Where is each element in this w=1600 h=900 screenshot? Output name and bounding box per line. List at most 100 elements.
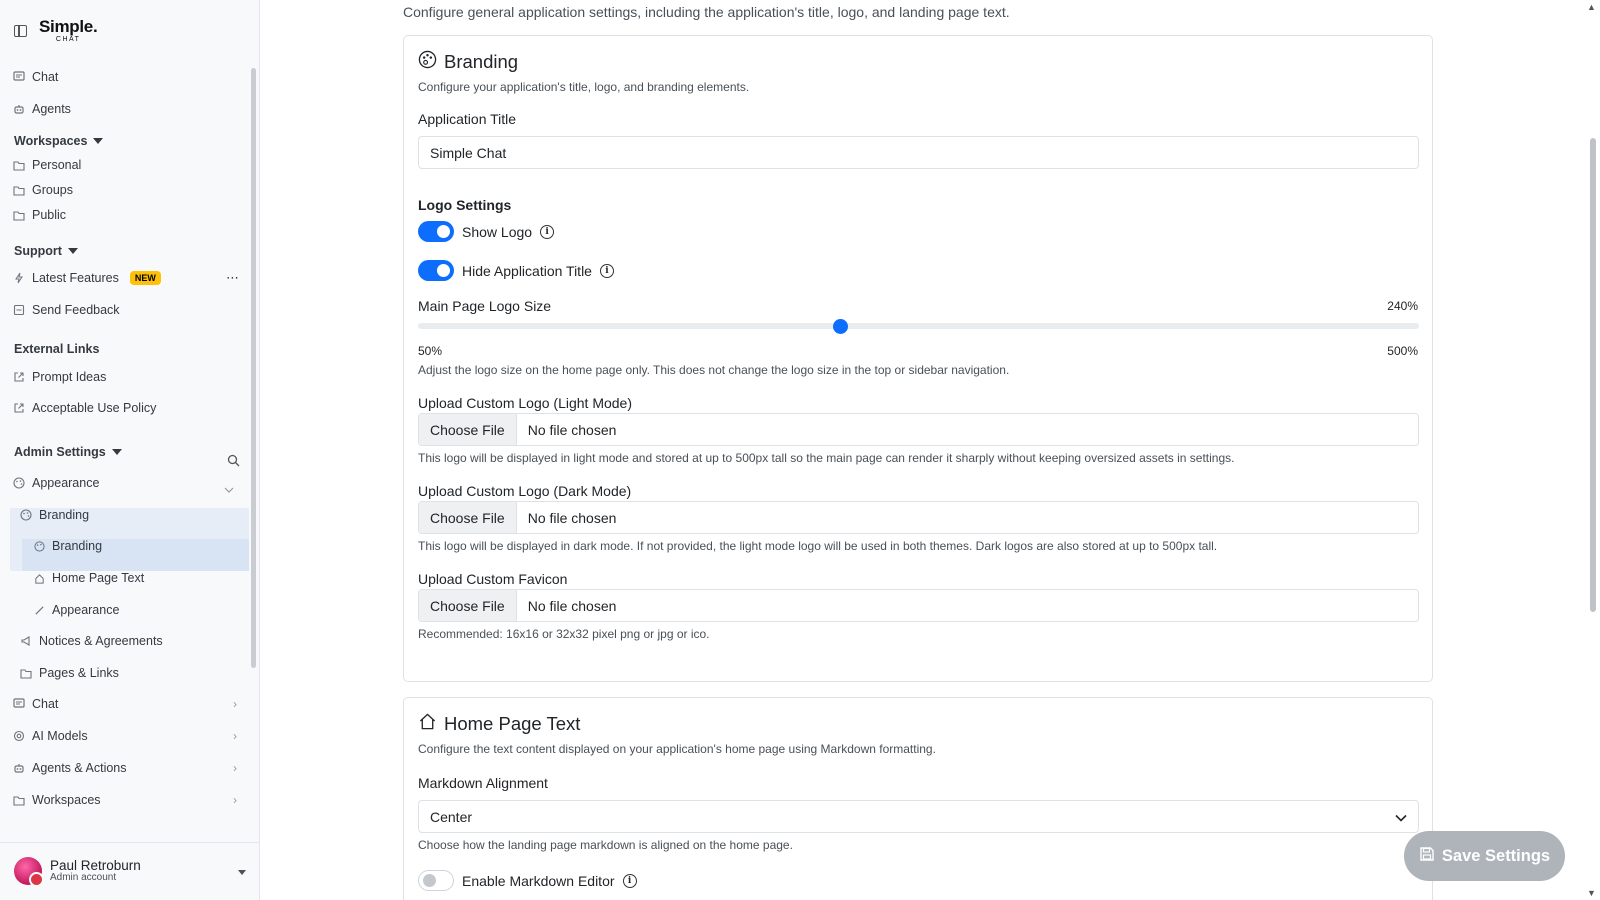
main-scrollbar[interactable] bbox=[1590, 138, 1596, 612]
show-logo-toggle[interactable] bbox=[418, 221, 454, 242]
sidebar-item-agents[interactable]: Agents bbox=[13, 102, 71, 116]
choose-file-button[interactable]: Choose File bbox=[419, 414, 517, 445]
save-settings-button[interactable]: Save Settings bbox=[1404, 831, 1565, 881]
caret-down-icon bbox=[111, 449, 122, 455]
sidebar-item-groups[interactable]: Groups bbox=[13, 183, 73, 197]
sidebar-item-personal[interactable]: Personal bbox=[13, 158, 81, 172]
scroll-up-icon[interactable]: ▲ bbox=[1587, 2, 1596, 12]
light-logo-label: Upload Custom Logo (Light Mode) bbox=[418, 395, 633, 411]
external-link-icon bbox=[13, 402, 25, 414]
brand: Simple. CHAT bbox=[14, 18, 98, 43]
info-icon[interactable]: i bbox=[599, 263, 614, 278]
chevron-down-icon[interactable] bbox=[224, 481, 234, 496]
light-logo-help: This logo will be displayed in light mod… bbox=[418, 451, 1235, 465]
chevron-right-icon[interactable]: › bbox=[233, 761, 237, 775]
chevron-down-icon bbox=[1395, 809, 1407, 825]
branding-card: Branding Configure your application's ti… bbox=[403, 35, 1433, 682]
favicon-file-input[interactable]: Choose File No file chosen bbox=[418, 589, 1419, 622]
more-options-icon[interactable]: ⋯ bbox=[226, 270, 239, 286]
robot-icon bbox=[13, 762, 25, 774]
user-name: Paul Retroburn bbox=[50, 857, 141, 873]
dark-logo-file-input[interactable]: Choose File No file chosen bbox=[418, 501, 1419, 534]
app-title-label: Application Title bbox=[418, 111, 517, 127]
sidebar-toggle-icon[interactable] bbox=[14, 24, 27, 37]
search-icon[interactable] bbox=[227, 454, 240, 470]
alignment-select[interactable]: Center bbox=[418, 800, 1419, 833]
light-logo-file-input[interactable]: Choose File No file chosen bbox=[418, 413, 1419, 446]
sidebar-item-public[interactable]: Public bbox=[13, 208, 66, 222]
logo-size-help: Adjust the logo size on the home page on… bbox=[418, 363, 1010, 377]
megaphone-icon bbox=[20, 635, 32, 647]
card-description: Configure the text content displayed on … bbox=[418, 742, 936, 756]
file-status: No file chosen bbox=[527, 509, 617, 526]
sidebar-item-home-page-text[interactable]: Home Page Text bbox=[33, 571, 144, 585]
sidebar-item-branding[interactable]: Branding bbox=[33, 539, 102, 553]
dark-logo-label: Upload Custom Logo (Dark Mode) bbox=[418, 483, 632, 499]
folder-icon bbox=[13, 159, 25, 171]
sidebar-item-workspaces-settings[interactable]: Workspaces bbox=[13, 793, 101, 807]
folder-icon bbox=[13, 794, 25, 806]
logo-settings-heading: Logo Settings bbox=[418, 197, 512, 213]
admin-settings-header[interactable]: Admin Settings bbox=[14, 445, 122, 459]
chevron-right-icon[interactable]: › bbox=[233, 793, 237, 807]
sidebar-item-chat[interactable]: Chat bbox=[13, 70, 58, 84]
slider-max-label: 500% bbox=[1387, 344, 1418, 358]
sidebar-scrollbar[interactable] bbox=[251, 68, 256, 668]
user-role: Admin account bbox=[50, 872, 117, 884]
sidebar-item-chat-settings[interactable]: Chat bbox=[13, 697, 238, 711]
user-menu[interactable]: Paul Retroburn Admin account bbox=[14, 857, 141, 887]
save-icon bbox=[1419, 846, 1435, 867]
sidebar-item-branding-group[interactable]: Branding bbox=[20, 508, 89, 522]
markdown-editor-toggle[interactable] bbox=[418, 870, 454, 891]
choose-file-button[interactable]: Choose File bbox=[419, 502, 517, 533]
card-title: Branding bbox=[418, 50, 518, 74]
support-section-header[interactable]: Support bbox=[14, 244, 78, 258]
home-icon bbox=[33, 572, 45, 584]
alignment-label: Markdown Alignment bbox=[418, 775, 548, 791]
app-logo[interactable]: Simple. CHAT bbox=[39, 18, 98, 43]
sidebar-item-appearance[interactable]: Appearance bbox=[33, 603, 119, 617]
app-title-input[interactable]: Simple Chat bbox=[418, 136, 1419, 169]
feedback-icon bbox=[13, 304, 25, 316]
caret-down-icon[interactable] bbox=[238, 870, 246, 875]
chevron-right-icon[interactable]: › bbox=[233, 729, 237, 743]
logo-size-value: 240% bbox=[1387, 299, 1418, 313]
scroll-down-icon[interactable]: ▼ bbox=[1587, 888, 1596, 898]
favicon-label: Upload Custom Favicon bbox=[418, 571, 568, 587]
sidebar-item-agents-actions[interactable]: Agents & Actions bbox=[13, 761, 127, 775]
sidebar-item-ai-models[interactable]: AI Models bbox=[13, 729, 88, 743]
chat-icon bbox=[13, 71, 25, 83]
dark-logo-help: This logo will be displayed in dark mode… bbox=[418, 539, 1218, 553]
info-icon[interactable]: i bbox=[540, 224, 555, 239]
sidebar-item-prompt-ideas[interactable]: Prompt Ideas bbox=[13, 370, 106, 384]
file-status: No file chosen bbox=[527, 597, 617, 614]
palette-icon bbox=[418, 50, 437, 74]
sidebar-item-latest-features[interactable]: Latest Features NEW bbox=[13, 271, 161, 285]
sidebar-item-aup[interactable]: Acceptable Use Policy bbox=[13, 401, 156, 415]
caret-down-icon bbox=[93, 138, 104, 144]
new-badge: NEW bbox=[129, 271, 161, 285]
lightning-icon bbox=[13, 272, 25, 284]
palette-icon bbox=[13, 477, 25, 489]
chat-icon bbox=[13, 698, 25, 710]
workspaces-section-header[interactable]: Workspaces bbox=[14, 134, 104, 148]
choose-file-button[interactable]: Choose File bbox=[419, 590, 517, 621]
sidebar-item-pages-links[interactable]: Pages & Links bbox=[20, 666, 119, 680]
home-page-text-card: Home Page Text Configure the text conten… bbox=[403, 697, 1433, 900]
caret-down-icon bbox=[67, 248, 78, 254]
main-content: Configure general application settings, … bbox=[260, 0, 1600, 900]
slider-thumb[interactable] bbox=[833, 318, 849, 334]
sidebar-item-appearance-group[interactable]: Appearance bbox=[13, 476, 99, 490]
palette-icon bbox=[33, 540, 45, 552]
info-icon[interactable]: i bbox=[622, 873, 637, 888]
hide-title-toggle[interactable] bbox=[418, 260, 454, 281]
favicon-help: Recommended: 16x16 or 32x32 pixel png or… bbox=[418, 627, 710, 641]
logo-size-slider[interactable] bbox=[418, 318, 1419, 334]
chevron-right-icon[interactable]: › bbox=[233, 697, 237, 711]
brush-icon bbox=[33, 604, 45, 616]
external-link-icon bbox=[13, 371, 25, 383]
folder-icon bbox=[13, 209, 25, 221]
sidebar-item-send-feedback[interactable]: Send Feedback bbox=[13, 303, 120, 317]
sidebar-item-notices[interactable]: Notices & Agreements bbox=[20, 634, 163, 648]
folder-icon bbox=[13, 184, 25, 196]
